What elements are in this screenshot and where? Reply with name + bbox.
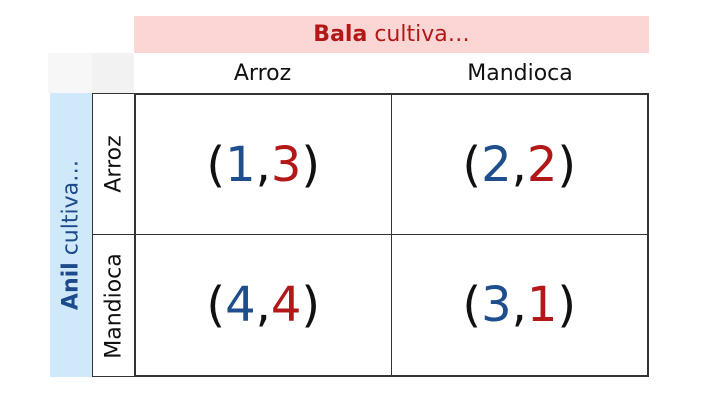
column-player-name: Bala	[313, 22, 368, 47]
row-strategy-arroz: Arroz	[101, 135, 126, 193]
row-player-payoff: 3	[481, 277, 512, 333]
payoff-cell: (2, 2)	[391, 95, 647, 235]
payoff-cell: (1, 3)	[136, 95, 392, 235]
row-strategy-cell-arroz: Arroz	[92, 93, 134, 234]
column-player-header: Bala cultiva…	[134, 16, 649, 53]
column-player-payoff: 1	[526, 277, 558, 333]
column-strategy-arroz: Arroz	[233, 60, 292, 86]
corner-cell	[92, 53, 134, 93]
payoff-cell: (4, 4)	[136, 235, 392, 375]
column-player-payoff: 4	[270, 277, 302, 333]
column-player-payoff: 2	[526, 136, 558, 193]
row-player-verb: cultiva…	[58, 159, 84, 256]
row-player-name: Anil	[58, 262, 84, 311]
row-player-payoff: 1	[225, 136, 256, 193]
row-strategy-mandioca: Mandioca	[101, 252, 126, 359]
column-strategy-mandioca: Mandioca	[467, 60, 573, 86]
payoff-matrix: (1, 3) (2, 2) (4, 4) (3, 1)	[134, 93, 649, 377]
row-strategy-cell-mandioca: Mandioca	[92, 234, 134, 377]
column-player-payoff: 3	[270, 136, 302, 193]
column-player-verb: cultiva…	[374, 22, 470, 47]
row-player-header: Anil cultiva…	[50, 93, 92, 377]
row-player-payoff: 2	[481, 136, 512, 193]
row-player-payoff: 4	[225, 277, 256, 333]
payoff-cell: (3, 1)	[462, 277, 577, 333]
row-player-label: Anil cultiva…	[59, 160, 84, 310]
